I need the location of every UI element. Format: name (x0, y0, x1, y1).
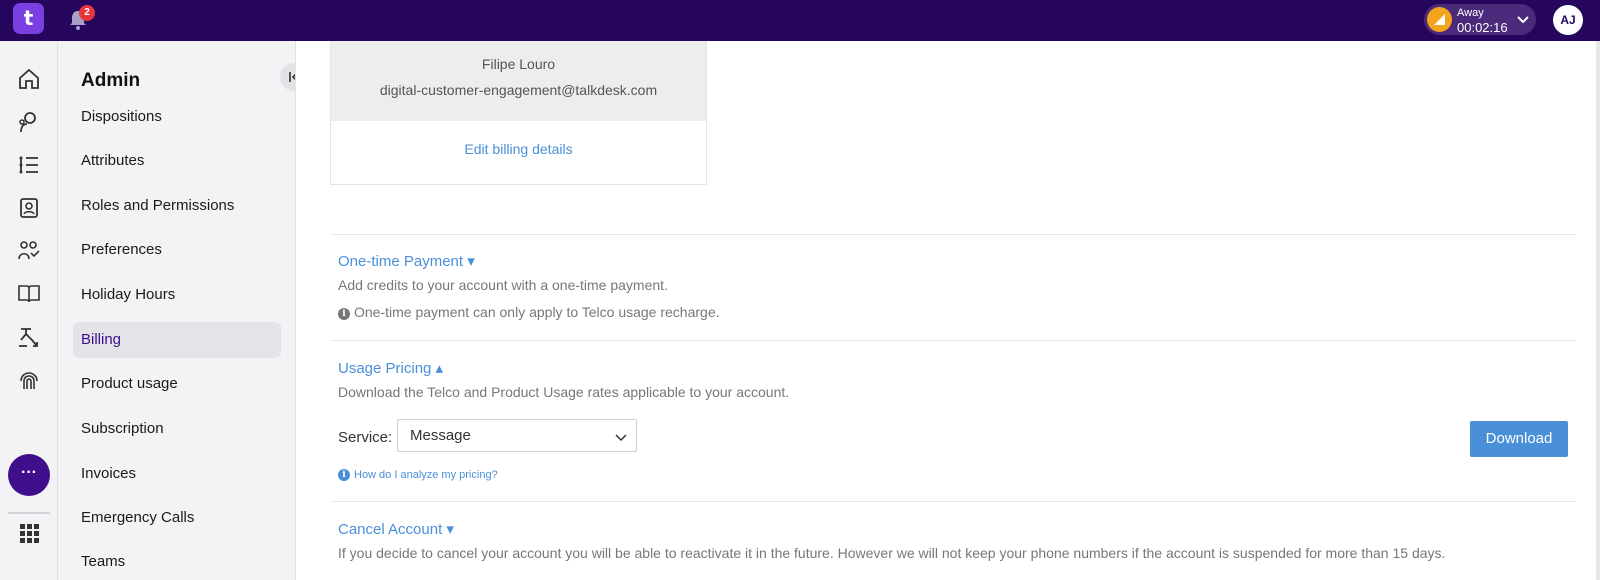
status-timer: 00:02:16 (1457, 20, 1508, 35)
more-apps-button[interactable]: ··· (8, 454, 50, 496)
chevron-down-icon (615, 434, 627, 442)
rail-divider (8, 512, 50, 514)
top-bar: t 2 Away 00:02:16 AJ (0, 0, 1600, 41)
usage-pricing-description: Download the Telco and Product Usage rat… (338, 384, 790, 400)
sidebar-item-billing[interactable]: Billing (73, 322, 281, 358)
sidebar-item-holiday-hours[interactable]: Holiday Hours (73, 277, 281, 313)
admin-sidebar: Admin Dispositions Attributes Roles and … (58, 41, 296, 580)
usage-pricing-toggle[interactable]: Usage Pricing ▴ (338, 359, 443, 377)
user-avatar[interactable]: AJ (1553, 5, 1583, 35)
status-label: Away (1457, 7, 1484, 19)
sidebar-title: Admin (81, 70, 141, 91)
sidebar-item-subscription[interactable]: Subscription (73, 411, 281, 447)
sidebar-item-teams[interactable]: Teams (73, 544, 281, 580)
scrollbar-track[interactable] (1596, 41, 1600, 580)
home-icon[interactable] (17, 67, 41, 91)
edit-billing-details-link[interactable]: Edit billing details (331, 141, 706, 157)
one-time-payment-note: i One-time payment can only apply to Telc… (338, 304, 720, 320)
service-select-value: Message (410, 427, 471, 444)
chevron-down-icon (1517, 16, 1529, 24)
service-select[interactable]: Message (397, 419, 637, 452)
sidebar-item-preferences[interactable]: Preferences (73, 232, 281, 268)
team-icon[interactable] (17, 239, 41, 263)
talkdesk-logo[interactable]: t (13, 3, 44, 34)
divider (330, 340, 1576, 341)
info-icon: i (338, 308, 350, 320)
one-time-payment-toggle[interactable]: One-time Payment ▾ (338, 252, 475, 270)
one-time-payment-description: Add credits to your account with a one-t… (338, 277, 668, 293)
agent-status-dropdown[interactable]: Away 00:02:16 (1424, 4, 1536, 35)
fingerprint-icon[interactable] (17, 369, 41, 393)
billing-contact: Filipe Louro digital-customer-engagement… (331, 41, 706, 121)
billing-details-card: Filipe Louro digital-customer-engagement… (330, 41, 707, 185)
sidebar-item-emergency-calls[interactable]: Emergency Calls (73, 500, 281, 536)
cancel-account-toggle[interactable]: Cancel Account ▾ (338, 520, 454, 538)
workflow-icon[interactable] (17, 326, 41, 350)
sidebar-item-product-usage[interactable]: Product usage (73, 366, 281, 402)
download-button[interactable]: Download (1470, 421, 1568, 457)
away-status-icon (1427, 7, 1452, 32)
sidebar-item-invoices[interactable]: Invoices (73, 456, 281, 492)
billing-content: Filipe Louro digital-customer-engagement… (296, 41, 1600, 580)
cancel-account-description: If you decide to cancel your account you… (338, 545, 1446, 561)
conversations-icon[interactable] (17, 110, 41, 134)
one-time-payment-note-text: One-time payment can only apply to Telco… (354, 304, 720, 320)
collapse-icon (289, 72, 295, 82)
service-label: Service: (338, 429, 393, 446)
sidebar-item-roles-and-permissions[interactable]: Roles and Permissions (73, 188, 281, 224)
sidebar-item-dispositions[interactable]: Dispositions (73, 99, 281, 135)
pricing-help-link[interactable]: i How do I analyze my pricing? (338, 469, 498, 481)
contacts-icon[interactable] (17, 196, 41, 220)
billing-email: digital-customer-engagement@talkdesk.com (379, 82, 658, 98)
list-icon[interactable] (17, 153, 41, 177)
info-icon: i (338, 469, 350, 481)
divider (330, 501, 1576, 502)
sidebar-item-attributes[interactable]: Attributes (73, 143, 281, 179)
collapse-sidebar-button[interactable] (280, 63, 295, 91)
billing-name: Filipe Louro (481, 56, 556, 72)
knowledge-book-icon[interactable] (17, 282, 41, 306)
app-rail: ··· (0, 41, 58, 580)
apps-grid-icon[interactable] (17, 521, 41, 545)
pricing-help-link-text[interactable]: How do I analyze my pricing? (354, 469, 498, 481)
divider (330, 234, 1576, 235)
notification-badge: 2 (79, 5, 95, 21)
